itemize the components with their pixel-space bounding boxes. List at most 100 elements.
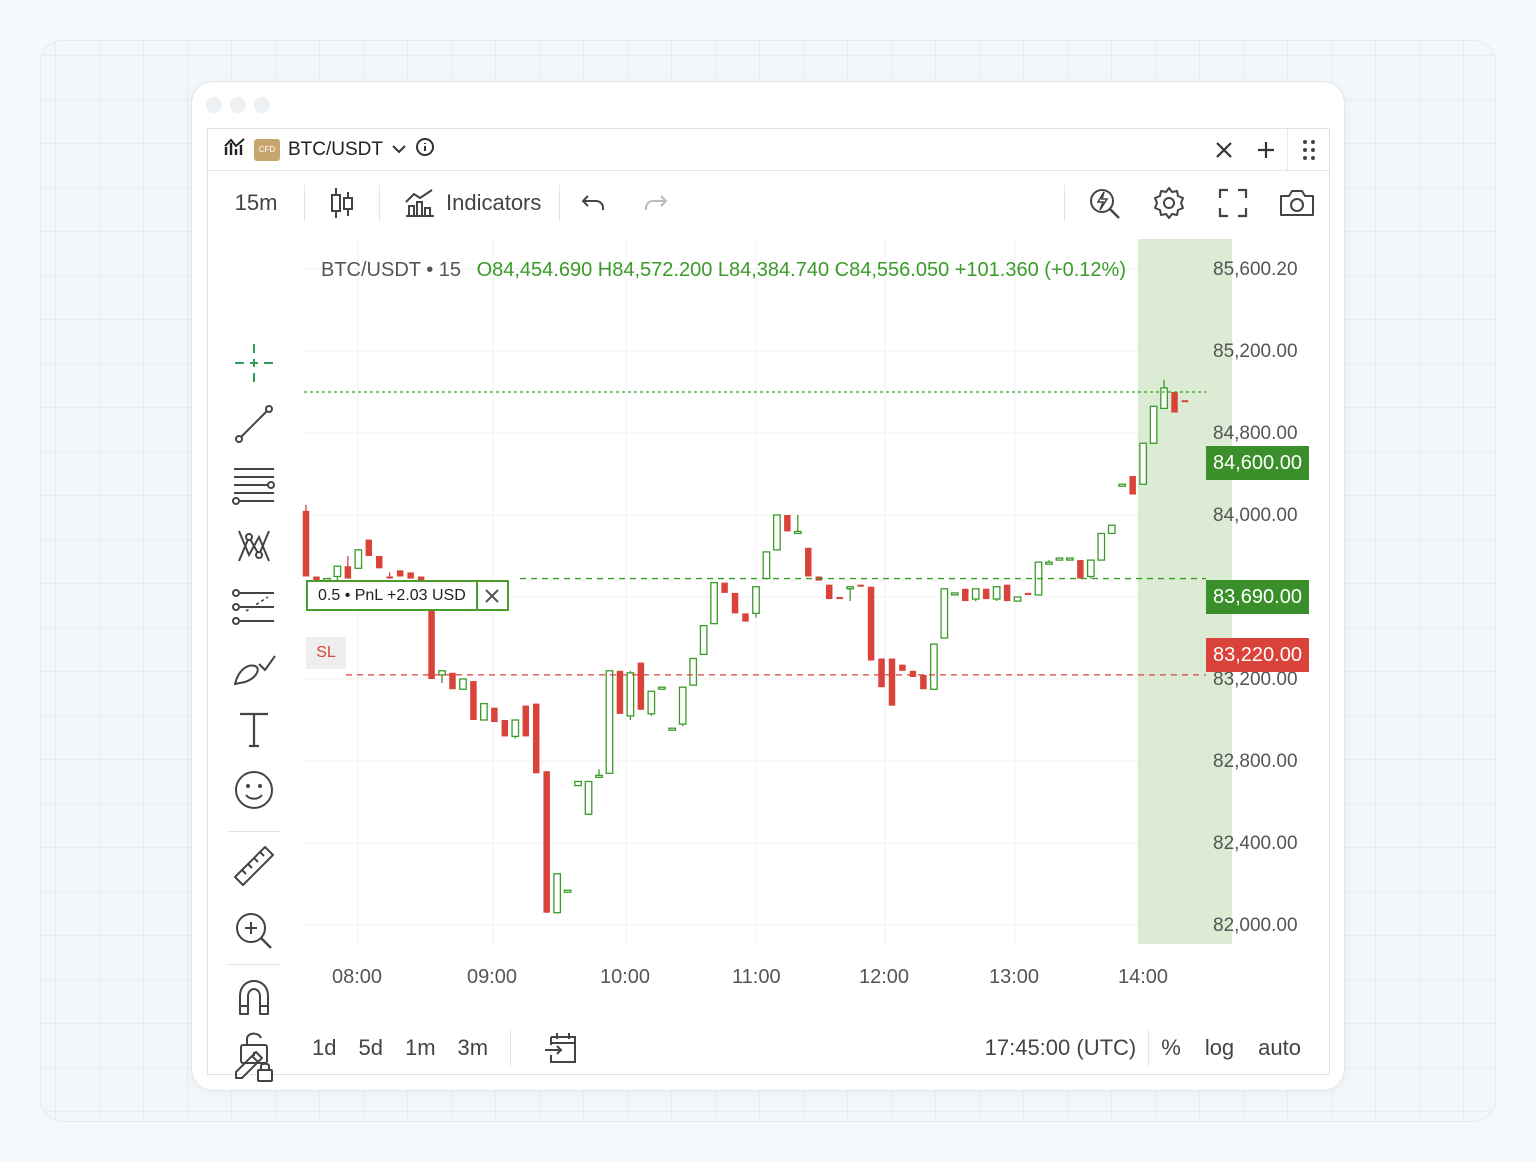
candle-body-up [574, 780, 582, 787]
candle-body-down [365, 539, 373, 556]
drawing-toolbar-divider [228, 964, 280, 965]
candle-body-up [678, 686, 687, 725]
settings-gear-icon[interactable] [1137, 171, 1201, 234]
time-axis-label: 11:00 [732, 966, 781, 988]
symbol-selector[interactable]: BTC/USDT [288, 139, 383, 161]
candle-body-up [626, 672, 635, 717]
candle-body-up [605, 670, 614, 774]
candle-body-up [1065, 557, 1074, 561]
range-selector: 1d 5d 1m 3m [312, 1035, 510, 1061]
ruler-measure-icon[interactable] [230, 842, 278, 890]
candle-body-up [1055, 557, 1064, 561]
fib-levels-icon[interactable] [230, 583, 278, 631]
candle-body-down [1024, 592, 1032, 595]
candle-body-up [1139, 442, 1148, 485]
zoom-in-icon[interactable] [230, 907, 278, 955]
position-order-text: 0.5 • PnL +2.03 USD [318, 586, 466, 604]
window-zoom-dot[interactable] [254, 97, 270, 113]
timeframe-selector[interactable]: 15m [208, 190, 304, 216]
candle-body-up [992, 586, 1001, 600]
candle-body-up [1045, 561, 1053, 565]
pattern-tool-icon[interactable] [230, 522, 278, 570]
close-icon[interactable] [1203, 129, 1245, 170]
candle-body-up [1086, 559, 1095, 578]
camera-screenshot-icon[interactable] [1265, 171, 1329, 234]
candle-body-down [522, 705, 529, 737]
candle-body-down [376, 556, 383, 569]
entry-price-tag: 83,690.00 [1206, 580, 1309, 614]
candle-body-up [1097, 532, 1106, 561]
unlock-icon[interactable] [230, 1024, 278, 1072]
time-axis-label: 10:00 [600, 966, 651, 988]
candle-body-down [543, 771, 550, 913]
candle-body-down [857, 584, 864, 587]
stop-loss-label[interactable]: SL [306, 637, 346, 669]
candle-body-down [805, 547, 812, 577]
candle-body-up [333, 565, 342, 578]
crosshair-icon[interactable] [230, 339, 278, 387]
drawing-toolbar [208, 239, 298, 1082]
candle-body-up [950, 592, 959, 596]
candle-body-down [731, 592, 739, 614]
trend-line-icon[interactable] [230, 400, 278, 448]
time-axis-label: 09:00 [467, 966, 518, 988]
fullscreen-icon[interactable] [1201, 171, 1265, 234]
range-button-5d[interactable]: 5d [358, 1035, 382, 1061]
indicators-button[interactable]: Indicators [380, 171, 559, 234]
price-axis-label: 84,000.00 [1213, 505, 1298, 526]
drag-handle-icon[interactable] [1287, 129, 1329, 170]
candle-body-down [491, 707, 498, 723]
candle-body-up [354, 549, 363, 569]
bottom-bar: 1d 5d 1m 3m 17:45:00 (UTC) % log auto [208, 1022, 1329, 1074]
horizontal-lines-icon[interactable] [230, 461, 278, 509]
go-to-date-icon[interactable] [511, 1022, 611, 1074]
percent-scale-toggle[interactable]: % [1149, 1035, 1193, 1061]
chevron-down-icon[interactable] [391, 141, 407, 159]
price-axis-label: 85,600.20 [1213, 259, 1298, 280]
candle-body-down [742, 613, 749, 622]
candle-body-down [899, 664, 906, 671]
undo-icon[interactable] [560, 171, 626, 234]
candle-body-up [929, 643, 938, 690]
legend-ohlc: O84,454.690 H84,572.200 L84,384.740 C84,… [476, 259, 1126, 281]
position-order-label[interactable]: 0.5 • PnL +2.03 USD [306, 580, 509, 611]
window-close-dot[interactable] [206, 97, 222, 113]
magnet-icon[interactable] [230, 974, 278, 1022]
candle-body-down [386, 576, 393, 579]
chart-widget: BTC/USDT • 15 O84,454.690 H84,572.200 L8… [207, 128, 1331, 1082]
window-minimize-dot[interactable] [230, 97, 246, 113]
close-position-icon[interactable] [475, 582, 507, 609]
candle-body-up [1013, 596, 1022, 602]
candle-body-down [407, 572, 414, 579]
candle-body-up [762, 551, 771, 580]
candle-body-up [584, 780, 593, 815]
candle-body-down [1181, 400, 1189, 403]
candle-body-down [302, 510, 310, 577]
candle-body-up [563, 889, 572, 893]
emoji-icon[interactable] [230, 766, 278, 814]
drawing-toolbar-divider [228, 831, 280, 832]
chart-area[interactable]: BTC/USDT • 15 O84,454.690 H84,572.200 L8… [208, 129, 1331, 1074]
range-button-1d[interactable]: 1d [312, 1035, 336, 1061]
candle-body-down [470, 681, 477, 720]
candle-body-up [793, 530, 802, 535]
auto-scale-toggle[interactable]: auto [1246, 1035, 1313, 1061]
text-tool-icon[interactable] [230, 705, 278, 753]
log-scale-toggle[interactable]: log [1193, 1035, 1246, 1061]
range-button-3m[interactable]: 3m [458, 1035, 489, 1061]
price-axis-label: 82,800.00 [1213, 751, 1298, 772]
add-icon[interactable] [1245, 129, 1287, 170]
candle-body-up [689, 657, 698, 686]
redo-icon[interactable] [626, 171, 686, 234]
candle-body-up [699, 625, 708, 656]
info-icon[interactable] [415, 137, 435, 162]
toolbar-divider [1064, 184, 1065, 221]
candle-body-down [396, 570, 404, 577]
candle-body-up [511, 719, 520, 738]
candles-chart-type-icon[interactable] [305, 171, 379, 234]
quick-search-icon[interactable] [1073, 171, 1137, 234]
candle-body-down [888, 658, 896, 706]
range-button-1m[interactable]: 1m [405, 1035, 436, 1061]
utc-time-label[interactable]: 17:45:00 (UTC) [973, 1035, 1149, 1061]
brush-icon[interactable] [230, 644, 278, 692]
